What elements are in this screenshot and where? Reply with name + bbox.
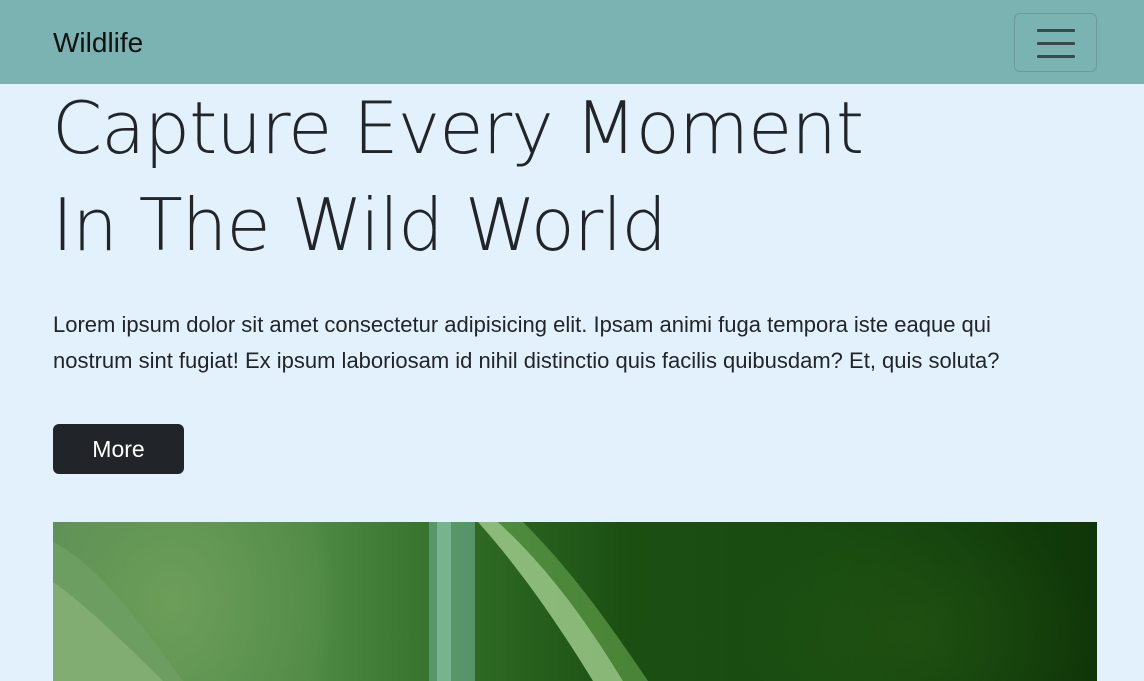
hero-title: Capture Every Moment In The Wild World (52, 80, 1052, 274)
hamburger-menu-icon (1037, 29, 1075, 58)
hero-lead-line-2: nostrum sint fugiat! Ex ipsum laboriosam… (53, 348, 1000, 373)
hero-title-line-2: In The Wild World (52, 183, 667, 267)
hero-image (53, 522, 1097, 681)
hero-title-line-1: Capture Every Moment (52, 86, 864, 170)
navbar: Wildlife (0, 0, 1144, 84)
hero-lead-line-1: Lorem ipsum dolor sit amet consectetur a… (53, 312, 991, 337)
more-button[interactable]: More (53, 424, 184, 474)
hero-lead-text: Lorem ipsum dolor sit amet consectetur a… (53, 307, 1103, 379)
leaf-photo-illustration (53, 522, 648, 681)
brand-link[interactable]: Wildlife (53, 24, 143, 62)
navbar-toggler-button[interactable] (1014, 13, 1097, 72)
